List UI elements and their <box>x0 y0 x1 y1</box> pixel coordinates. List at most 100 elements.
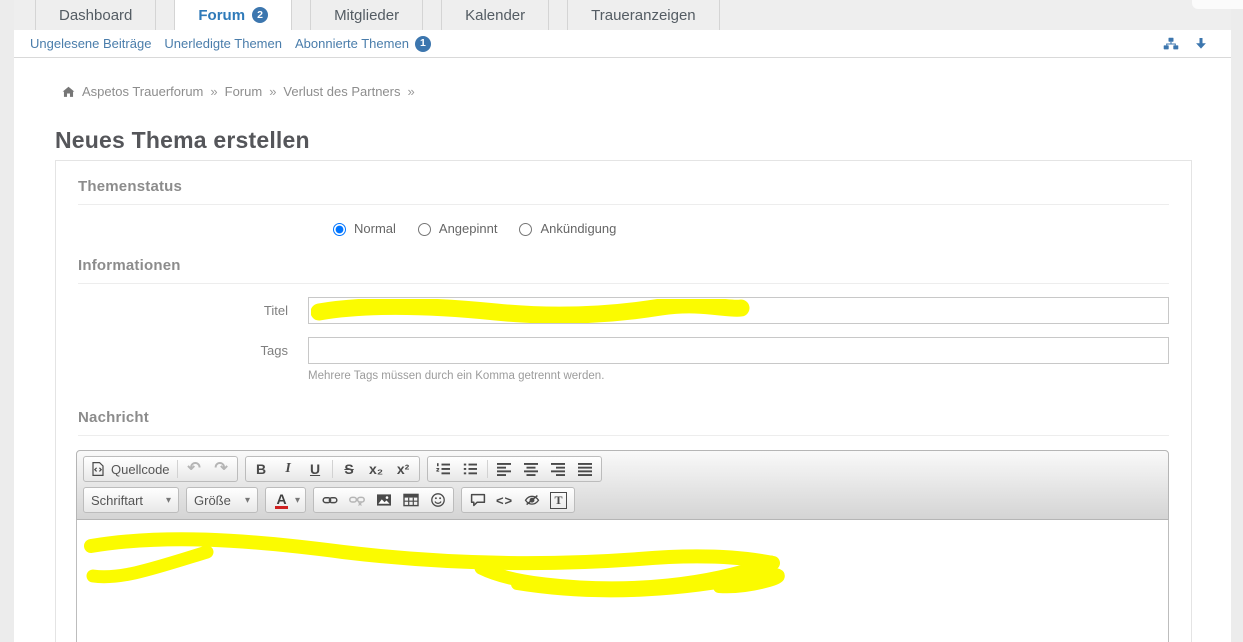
radio-option-ankuendigung[interactable]: Ankündigung <box>514 220 616 236</box>
link-label: Ungelesene Beiträge <box>30 36 151 51</box>
link-label: Unerledigte Themen <box>164 36 282 51</box>
link-label: Abonnierte Themen <box>295 36 409 51</box>
tags-input[interactable] <box>308 337 1169 364</box>
tags-field-label: Tags <box>78 337 308 382</box>
superscript-button[interactable]: x² <box>390 458 417 480</box>
tags-hint-text: Mehrere Tags müssen durch ein Komma getr… <box>308 370 1169 382</box>
toolbar-group-basicstyles: B I U S x₂ x² <box>245 456 420 482</box>
underline-icon: U <box>310 461 320 477</box>
page-title: Neues Thema erstellen <box>55 127 310 154</box>
unlink-icon <box>349 492 365 508</box>
source-button-label: Quellcode <box>111 462 170 477</box>
justify-icon <box>577 461 593 477</box>
font-dropdown-label: Schriftart <box>91 493 143 508</box>
bullet-list-button[interactable] <box>457 458 484 480</box>
radio-label: Normal <box>354 221 396 236</box>
toolbar-row-1: Quellcode ↶ ↷ B I U S x₂ x² <box>83 456 1162 482</box>
tab-dashboard[interactable]: Dashboard <box>35 0 156 30</box>
undo-icon: ↶ <box>187 461 200 477</box>
radio-angepinnt[interactable] <box>418 223 431 236</box>
chevron-down-icon: ▾ <box>245 495 250 506</box>
forum-sub-nav: Ungelesene Beiträge Unerledigte Themen A… <box>14 30 1231 58</box>
italic-icon: I <box>285 461 290 477</box>
boxed-t-icon: T <box>550 492 567 509</box>
source-button[interactable]: Quellcode <box>86 458 174 480</box>
font-dropdown[interactable]: Schriftart ▾ <box>83 487 179 513</box>
section-divider <box>78 435 1169 436</box>
link-button[interactable] <box>316 489 343 511</box>
eye-slash-icon <box>524 492 540 508</box>
quote-button[interactable] <box>464 489 491 511</box>
chevron-down-icon: ▾ <box>295 495 300 506</box>
code-icon: <> <box>496 493 513 508</box>
text-block-button[interactable]: T <box>545 489 572 511</box>
breadcrumb-item-category[interactable]: Verlust des Partners <box>283 84 400 99</box>
align-right-icon <box>550 461 566 477</box>
smiley-icon <box>430 492 446 508</box>
arrow-down-icon[interactable] <box>1193 36 1211 52</box>
italic-button[interactable]: I <box>275 458 302 480</box>
align-center-icon <box>523 461 539 477</box>
undo-button[interactable]: ↶ <box>181 458 208 480</box>
section-nachricht: Nachricht <box>78 409 1169 426</box>
text-color-button[interactable]: A <box>268 489 295 511</box>
image-button[interactable] <box>370 489 397 511</box>
tab-label: Kalender <box>465 7 525 24</box>
message-editor: Quellcode ↶ ↷ B I U S x₂ x² <box>76 450 1169 642</box>
tab-label: Dashboard <box>59 7 132 24</box>
toolbar-group-insert <box>313 487 454 513</box>
breadcrumb-separator: » <box>269 84 276 99</box>
new-topic-form-panel: Themenstatus Normal Angepinnt Ankündigun… <box>55 160 1192 642</box>
editor-content-area[interactable] <box>76 520 1169 642</box>
breadcrumb: Aspetos Trauerforum » Forum » Verlust de… <box>62 84 415 99</box>
hidden-text-button[interactable] <box>518 489 545 511</box>
quote-bubble-icon <box>470 492 486 508</box>
breadcrumb-item-forum[interactable]: Forum <box>225 84 263 99</box>
subscript-button[interactable]: x₂ <box>363 458 390 480</box>
tab-forum[interactable]: Forum 2 <box>174 0 292 30</box>
title-input[interactable] <box>308 297 1169 324</box>
bold-button[interactable]: B <box>248 458 275 480</box>
tab-mitglieder[interactable]: Mitglieder <box>310 0 423 30</box>
align-right-button[interactable] <box>545 458 572 480</box>
toolbar-group-bbcode: <> T <box>461 487 575 513</box>
bold-icon: B <box>256 461 266 477</box>
align-left-button[interactable] <box>491 458 518 480</box>
justify-button[interactable] <box>572 458 599 480</box>
radio-option-normal[interactable]: Normal <box>328 220 396 236</box>
redo-button[interactable]: ↷ <box>208 458 235 480</box>
tags-field-row: Tags Mehrere Tags müssen durch ein Komma… <box>78 337 1169 382</box>
numbered-list-button[interactable] <box>430 458 457 480</box>
title-field-label: Titel <box>78 297 308 324</box>
link-unerledigte-themen[interactable]: Unerledigte Themen <box>164 36 282 51</box>
home-icon[interactable] <box>62 86 75 98</box>
redo-icon: ↷ <box>214 461 227 477</box>
breadcrumb-item-forum-root[interactable]: Aspetos Trauerforum <box>82 84 203 99</box>
strikethrough-button[interactable]: S <box>336 458 363 480</box>
table-icon <box>403 492 419 508</box>
tab-kalender[interactable]: Kalender <box>441 0 549 30</box>
tab-label: Forum <box>198 7 245 24</box>
radio-normal[interactable] <box>333 223 346 236</box>
smiley-button[interactable] <box>424 489 451 511</box>
align-center-button[interactable] <box>518 458 545 480</box>
section-divider <box>78 283 1169 284</box>
code-button[interactable]: <> <box>491 489 518 511</box>
breadcrumb-separator: » <box>407 84 414 99</box>
link-ungelesene-beitraege[interactable]: Ungelesene Beiträge <box>30 36 151 51</box>
tab-traueranzeigen[interactable]: Traueranzeigen <box>567 0 720 30</box>
forum-count-badge: 2 <box>252 7 268 23</box>
link-abonnierte-themen[interactable]: Abonnierte Themen 1 <box>295 36 431 52</box>
radio-label: Ankündigung <box>540 221 616 236</box>
sitemap-icon[interactable] <box>1163 36 1181 52</box>
section-informationen: Informationen <box>78 257 1169 274</box>
strikethrough-icon: S <box>344 461 353 477</box>
abonnierte-count-badge: 1 <box>415 36 431 52</box>
underline-button[interactable]: U <box>302 458 329 480</box>
table-button[interactable] <box>397 489 424 511</box>
radio-option-angepinnt[interactable]: Angepinnt <box>413 220 498 236</box>
unlink-button[interactable] <box>343 489 370 511</box>
radio-ankuendigung[interactable] <box>519 223 532 236</box>
text-color-dropdown[interactable]: A ▾ <box>265 487 306 513</box>
size-dropdown[interactable]: Größe ▾ <box>186 487 258 513</box>
